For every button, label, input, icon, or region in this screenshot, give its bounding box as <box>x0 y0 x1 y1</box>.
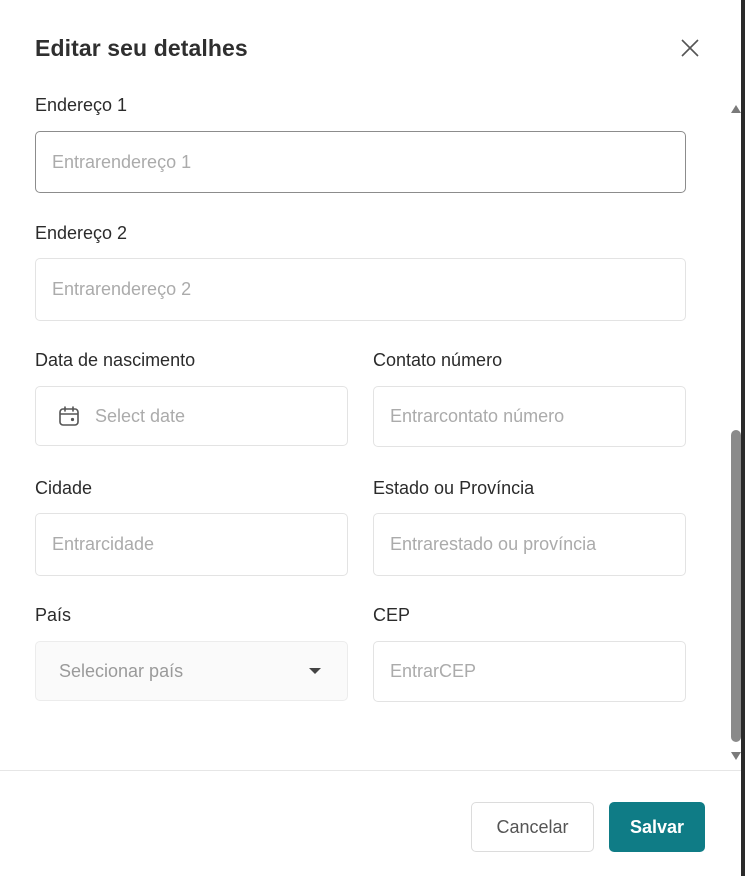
dialog-title: Editar seu detalhes <box>35 35 248 61</box>
chevron-down-icon <box>309 668 321 674</box>
cancel-button[interactable]: Cancelar <box>471 802 594 852</box>
zip-label: CEP <box>373 605 411 625</box>
close-icon <box>680 38 700 63</box>
edit-details-dialog: Editar seu detalhes Endereço 1 Entrarend… <box>0 0 745 876</box>
calendar-icon <box>57 404 81 428</box>
state-input[interactable]: Entrarestado ou província <box>373 513 686 576</box>
address1-label: Endereço 1 <box>35 95 128 115</box>
birthdate-picker[interactable]: Select date <box>35 386 348 446</box>
contact-number-input[interactable]: Entrarcontato número <box>373 386 686 447</box>
save-button[interactable]: Salvar <box>609 802 705 852</box>
contact-number-label: Contato número <box>373 350 503 370</box>
address1-input[interactable]: Entrarendereço 1 <box>35 131 686 193</box>
country-select[interactable]: Selecionar país <box>35 641 348 701</box>
city-input[interactable]: Entrarcidade <box>35 513 348 576</box>
close-button[interactable] <box>675 35 705 65</box>
birthdate-label: Data de nascimento <box>35 350 196 370</box>
city-label: Cidade <box>35 478 93 498</box>
address2-label: Endereço 2 <box>35 223 128 243</box>
country-placeholder: Selecionar país <box>59 660 184 681</box>
zip-placeholder: EntrarCEP <box>390 661 477 681</box>
address1-placeholder: Entrarendereço 1 <box>52 151 192 172</box>
state-label: Estado ou Província <box>373 478 535 498</box>
footer-divider <box>0 770 741 771</box>
birthdate-placeholder: Select date <box>95 405 186 426</box>
scroll-down-arrow-icon[interactable] <box>731 752 741 760</box>
address2-placeholder: Entrarendereço 2 <box>52 279 192 299</box>
state-placeholder: Entrarestado ou província <box>390 534 597 554</box>
address2-input[interactable]: Entrarendereço 2 <box>35 258 686 321</box>
zip-input[interactable]: EntrarCEP <box>373 641 686 702</box>
contact-number-placeholder: Entrarcontato número <box>390 406 565 426</box>
city-placeholder: Entrarcidade <box>52 534 155 554</box>
country-label: País <box>35 605 72 625</box>
form-scrollbar[interactable] <box>727 98 745 770</box>
scrollbar-thumb[interactable] <box>731 430 741 742</box>
scroll-up-arrow-icon[interactable] <box>731 105 741 113</box>
